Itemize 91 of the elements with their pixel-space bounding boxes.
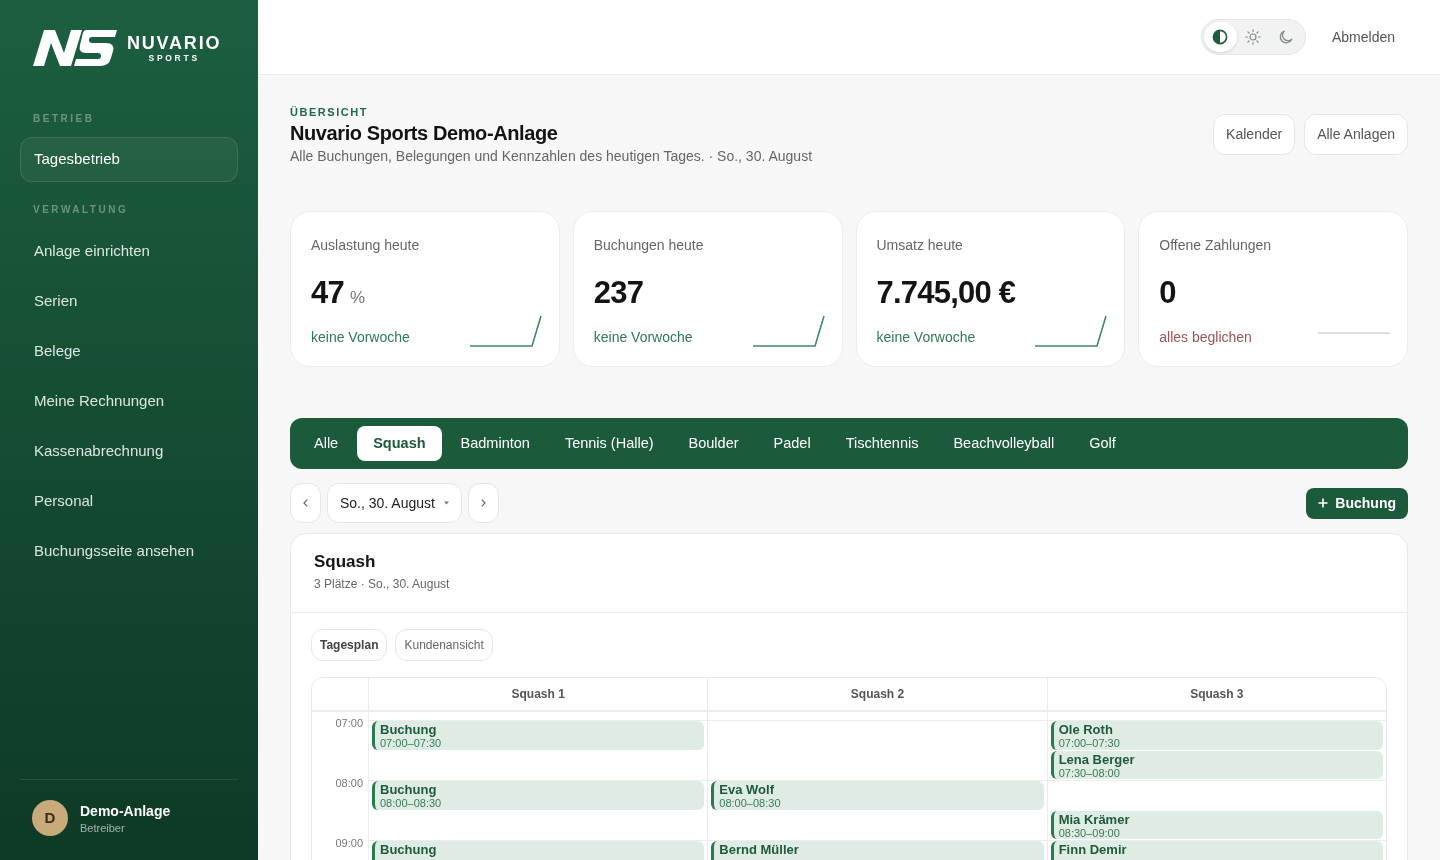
booking-block[interactable]: Mia Krämer 08:30–09:00 <box>1050 810 1383 839</box>
sport-tab[interactable]: Beachvolleyball <box>937 426 1071 461</box>
booking-name: Lena Berger <box>1058 751 1136 767</box>
booking-block[interactable]: Buchung 07:00–07:30 <box>372 721 705 750</box>
booking-block[interactable]: Lena Berger 07:30–08:00 <box>1050 750 1383 779</box>
header-button[interactable]: Alle Anlagen <box>1304 114 1408 155</box>
booking-time: 07:30–08:00 <box>1058 766 1120 779</box>
nav-item[interactable]: Anlage einrichten <box>20 229 238 274</box>
half-circle-icon <box>1212 29 1229 45</box>
logout-button[interactable]: Abmelden <box>1319 18 1407 56</box>
booking-name: Eva Wolf <box>719 782 775 797</box>
kpi-label: Offene Zahlungen <box>1159 236 1273 255</box>
nav-item[interactable]: Tagesbetrieb <box>20 137 238 182</box>
kpi-label: Auslastung heute <box>311 236 421 255</box>
sparkline <box>1318 332 1390 334</box>
court-header: Squash 1 <box>511 686 565 703</box>
sport-tab[interactable]: Tennis (Halle) <box>548 426 670 461</box>
user-avatar: D <box>32 800 68 836</box>
sport-tab[interactable]: Boulder <box>672 426 755 461</box>
booking-block[interactable]: Eva Wolf 08:00–08:30 <box>711 781 1044 810</box>
court-header: Squash 2 <box>850 686 905 703</box>
new-booking-button[interactable]: Buchung <box>1306 487 1408 519</box>
nav-item[interactable]: Serien <box>20 279 238 324</box>
kpi-note: keine Vorwoche <box>876 328 976 347</box>
court-header: Squash 3 <box>1190 686 1244 703</box>
section-label: VERWALTUNG <box>32 203 130 217</box>
booking-name: Finn Demir <box>1058 842 1128 857</box>
nav-item[interactable]: Meine Rechnungen <box>20 379 238 424</box>
sport-tab[interactable]: Tischtennis <box>829 426 935 461</box>
booking-block[interactable]: Buchung 08:00–08:30 <box>372 781 705 810</box>
sport-tab[interactable]: Padel <box>757 426 827 461</box>
time-label: 07:00 <box>335 716 363 730</box>
sport-tab[interactable]: Golf <box>1073 426 1132 461</box>
booking-time: 08:30–09:00 <box>1058 826 1121 839</box>
brand-name: NUVARIO <box>127 33 222 52</box>
kpi-value: 47 <box>311 275 344 311</box>
kpi-unit: % <box>349 288 366 308</box>
time-label: 08:00 <box>335 776 363 790</box>
theme-button[interactable] <box>1203 22 1237 52</box>
header-button[interactable]: Kalender <box>1213 114 1296 155</box>
kpi-value: 7.745,00 € <box>876 275 1016 311</box>
previous-day-button[interactable] <box>290 483 321 523</box>
sport-tab[interactable]: Squash <box>357 426 442 461</box>
kpi-note: keine Vorwoche <box>593 328 693 347</box>
time-label: 09:00 <box>335 836 363 850</box>
plus-icon <box>1318 498 1329 508</box>
booking-name: Buchung <box>380 782 438 797</box>
schedule-title: Squash <box>314 551 377 573</box>
date-picker-button[interactable]: So., 30. August <box>327 483 462 523</box>
booking-time: 07:00–07:30 <box>1058 737 1121 749</box>
chevron-left-icon <box>303 499 308 507</box>
nav-item[interactable]: Belege <box>20 329 238 374</box>
booking-block[interactable]: Bernd Müller <box>711 841 1044 860</box>
brand-tagline: SPORTS <box>148 52 200 63</box>
booking-name: Ole Roth <box>1058 722 1114 737</box>
user-name: Demo-Anlage <box>80 802 171 821</box>
booking-block[interactable]: Finn Demir <box>1050 841 1383 860</box>
page-title: Nuvario Sports Demo-Anlage <box>290 121 559 146</box>
caret-down-icon <box>443 501 449 505</box>
kpi-note: keine Vorwoche <box>311 328 410 347</box>
logo-icon <box>33 30 117 66</box>
kpi-label: Buchungen heute <box>593 236 705 255</box>
moon-icon <box>1278 29 1295 45</box>
sport-tab[interactable]: Badminton <box>444 426 546 461</box>
booking-name: Buchung <box>380 842 438 857</box>
chevron-right-icon <box>480 499 486 507</box>
page-subtitle: Alle Buchungen, Belegungen und Kennzahlen des heutigen Tages. · So., 30. August <box>290 147 813 166</box>
view-tab[interactable]: Tagesplan <box>311 629 388 661</box>
booking-name: Bernd Müller <box>719 842 800 857</box>
booking-name: Buchung <box>380 722 438 737</box>
view-tab[interactable]: Kundenansicht <box>395 629 493 661</box>
kpi-label: Umsatz heute <box>876 236 964 255</box>
sport-tab[interactable]: Alle <box>298 426 355 461</box>
booking-time: 07:00–07:30 <box>380 737 443 749</box>
booking-block[interactable]: Ole Roth 07:00–07:30 <box>1050 721 1383 750</box>
nav-item[interactable]: Buchungsseite ansehen <box>20 529 238 574</box>
booking-name: Mia Krämer <box>1058 811 1131 827</box>
nav-item[interactable]: Personal <box>20 479 238 524</box>
user-role: Betreiber <box>80 821 126 835</box>
booking-time: 08:00–08:30 <box>380 797 443 809</box>
kpi-value: 0 <box>1159 275 1176 311</box>
booking-block[interactable]: Buchung <box>372 841 705 860</box>
kpi-note: alles beglichen <box>1159 328 1252 347</box>
kpi-value: 237 <box>593 275 644 311</box>
sun-icon <box>1245 29 1262 45</box>
eyebrow-label: ÜBERSICHT <box>290 105 370 120</box>
booking-time: 08:00–08:30 <box>719 797 782 809</box>
nav-item[interactable]: Kassenabrechnung <box>20 429 238 474</box>
section-label: BETRIEB <box>32 112 96 126</box>
schedule-subtitle: 3 Plätze · So., 30. August <box>314 576 451 592</box>
next-day-button[interactable] <box>467 483 499 523</box>
